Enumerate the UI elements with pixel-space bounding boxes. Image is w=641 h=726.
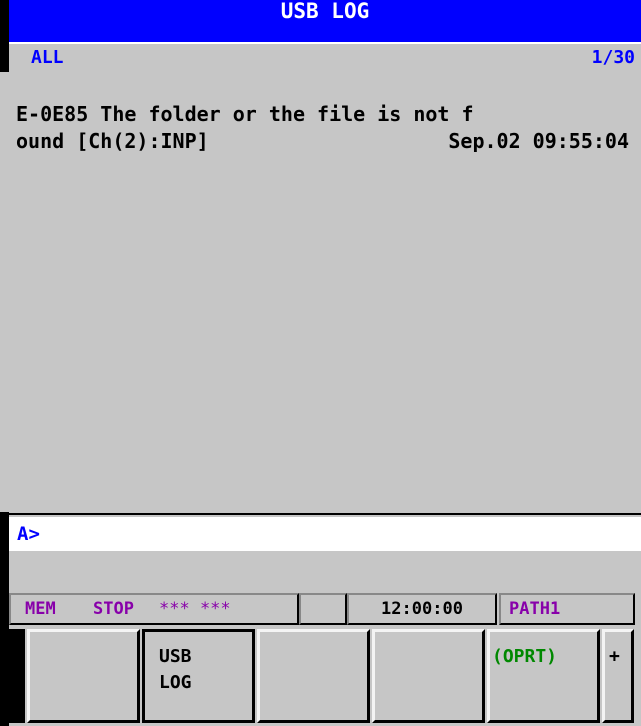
status-blank-box: [299, 593, 347, 625]
return-key[interactable]: [9, 629, 25, 723]
divider: [9, 513, 641, 515]
log-filter-label: ALL: [31, 47, 64, 68]
page-title: USB LOG: [9, 0, 641, 44]
page-counter: 1/30: [591, 47, 635, 68]
mode-status-box: MEM STOP *** ***: [9, 593, 299, 625]
soft-key-3[interactable]: [257, 629, 370, 723]
log-subheader: ALL 1/30: [9, 44, 641, 72]
log-entry-timestamp: Sep.02 09:55:04: [448, 129, 629, 153]
clock-time: 12:00:00: [381, 599, 463, 619]
log-list[interactable]: E-0E85 The folder or the file is not f o…: [0, 72, 641, 512]
log-entry-message-line2: ound [Ch(2):INP]: [16, 129, 209, 153]
key-input-buffer[interactable]: A>: [9, 517, 641, 551]
alarm-indicator: *** ***: [159, 599, 231, 619]
soft-key-operation-label: (OPRT): [492, 646, 558, 667]
soft-key-usb-log-label: USB LOG: [159, 646, 192, 693]
soft-key-next-label: +: [609, 646, 620, 667]
log-entry-message-line1: E-0E85 The folder or the file is not f: [16, 102, 474, 126]
path-label: PATH1: [509, 599, 561, 619]
path-indicator: PATH1: [499, 593, 635, 625]
soft-key-next[interactable]: +: [602, 629, 634, 723]
page-title-text: USB LOG: [280, 0, 370, 23]
input-prompt: A>: [17, 523, 40, 545]
soft-key-4[interactable]: [372, 629, 485, 723]
soft-key-operation[interactable]: (OPRT): [487, 629, 600, 723]
status-bar: MEM STOP *** *** 12:00:00 PATH1: [9, 593, 641, 625]
cnc-screen: USB LOG ALL 1/30 E-0E85 The folder or th…: [0, 0, 641, 726]
soft-key-1[interactable]: [27, 629, 140, 723]
clock: 12:00:00: [347, 593, 497, 625]
soft-key-usb-log[interactable]: USB LOG: [142, 629, 255, 723]
state-indicator: STOP: [93, 599, 134, 619]
soft-key-bar: USB LOG (OPRT) +: [9, 627, 641, 726]
mode-indicator: MEM: [25, 599, 56, 619]
